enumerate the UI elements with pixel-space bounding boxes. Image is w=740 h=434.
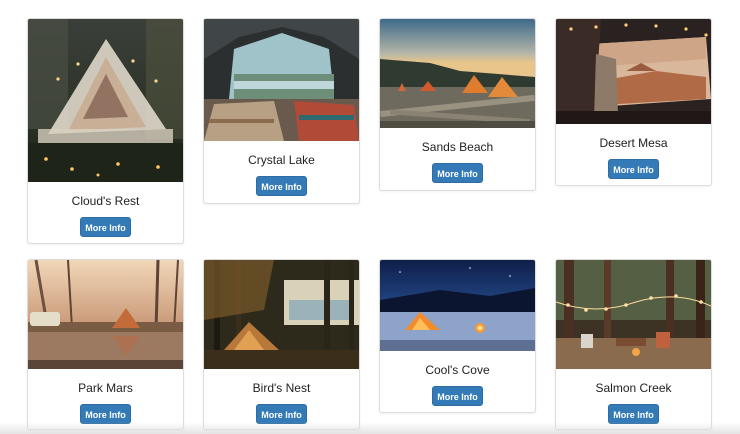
campground-name: Park Mars: [78, 381, 133, 395]
tent-canopy-night-photo[interactable]: [28, 19, 183, 182]
campground-grid: Cloud's Rest More Info Crystal Lake More…: [0, 0, 740, 434]
lit-tent-night-photo[interactable]: [380, 260, 535, 351]
more-info-button[interactable]: More Info: [608, 404, 659, 424]
tent-interior-lake-photo[interactable]: [204, 19, 359, 141]
forest-campsite-lights-photo[interactable]: [556, 260, 711, 369]
campground-name: Cloud's Rest: [71, 194, 140, 208]
campground-card: Crystal Lake More Info: [203, 18, 360, 204]
beach-tents-sunset-photo[interactable]: [380, 19, 535, 128]
more-info-button[interactable]: More Info: [432, 386, 483, 406]
more-info-button[interactable]: More Info: [80, 217, 131, 237]
campground-card: Salmon Creek More Info: [555, 259, 712, 430]
campground-card: Cool's Cove More Info: [379, 259, 536, 413]
campground-card: Bird's Nest More Info: [203, 259, 360, 430]
more-info-button[interactable]: More Info: [608, 159, 659, 179]
campground-card: Sands Beach More Info: [379, 18, 536, 191]
lakeside-camp-photo[interactable]: [28, 260, 183, 369]
campground-card: Desert Mesa More Info: [555, 18, 712, 186]
campground-card: Cloud's Rest More Info: [27, 18, 184, 244]
campground-name: Cool's Cove: [425, 363, 490, 377]
bottom-fade: [0, 422, 740, 434]
more-info-button[interactable]: More Info: [432, 163, 483, 183]
more-info-button[interactable]: More Info: [256, 176, 307, 196]
campground-name: Desert Mesa: [599, 136, 668, 150]
campground-name: Bird's Nest: [252, 381, 311, 395]
more-info-button[interactable]: More Info: [80, 404, 131, 424]
campground-name: Crystal Lake: [248, 153, 315, 167]
forest-tent-photo[interactable]: [204, 260, 359, 369]
more-info-button[interactable]: More Info: [256, 404, 307, 424]
campground-name: Salmon Creek: [595, 381, 672, 395]
campground-card: Park Mars More Info: [27, 259, 184, 430]
car-window-desert-photo[interactable]: [556, 19, 711, 124]
campground-name: Sands Beach: [421, 140, 494, 154]
